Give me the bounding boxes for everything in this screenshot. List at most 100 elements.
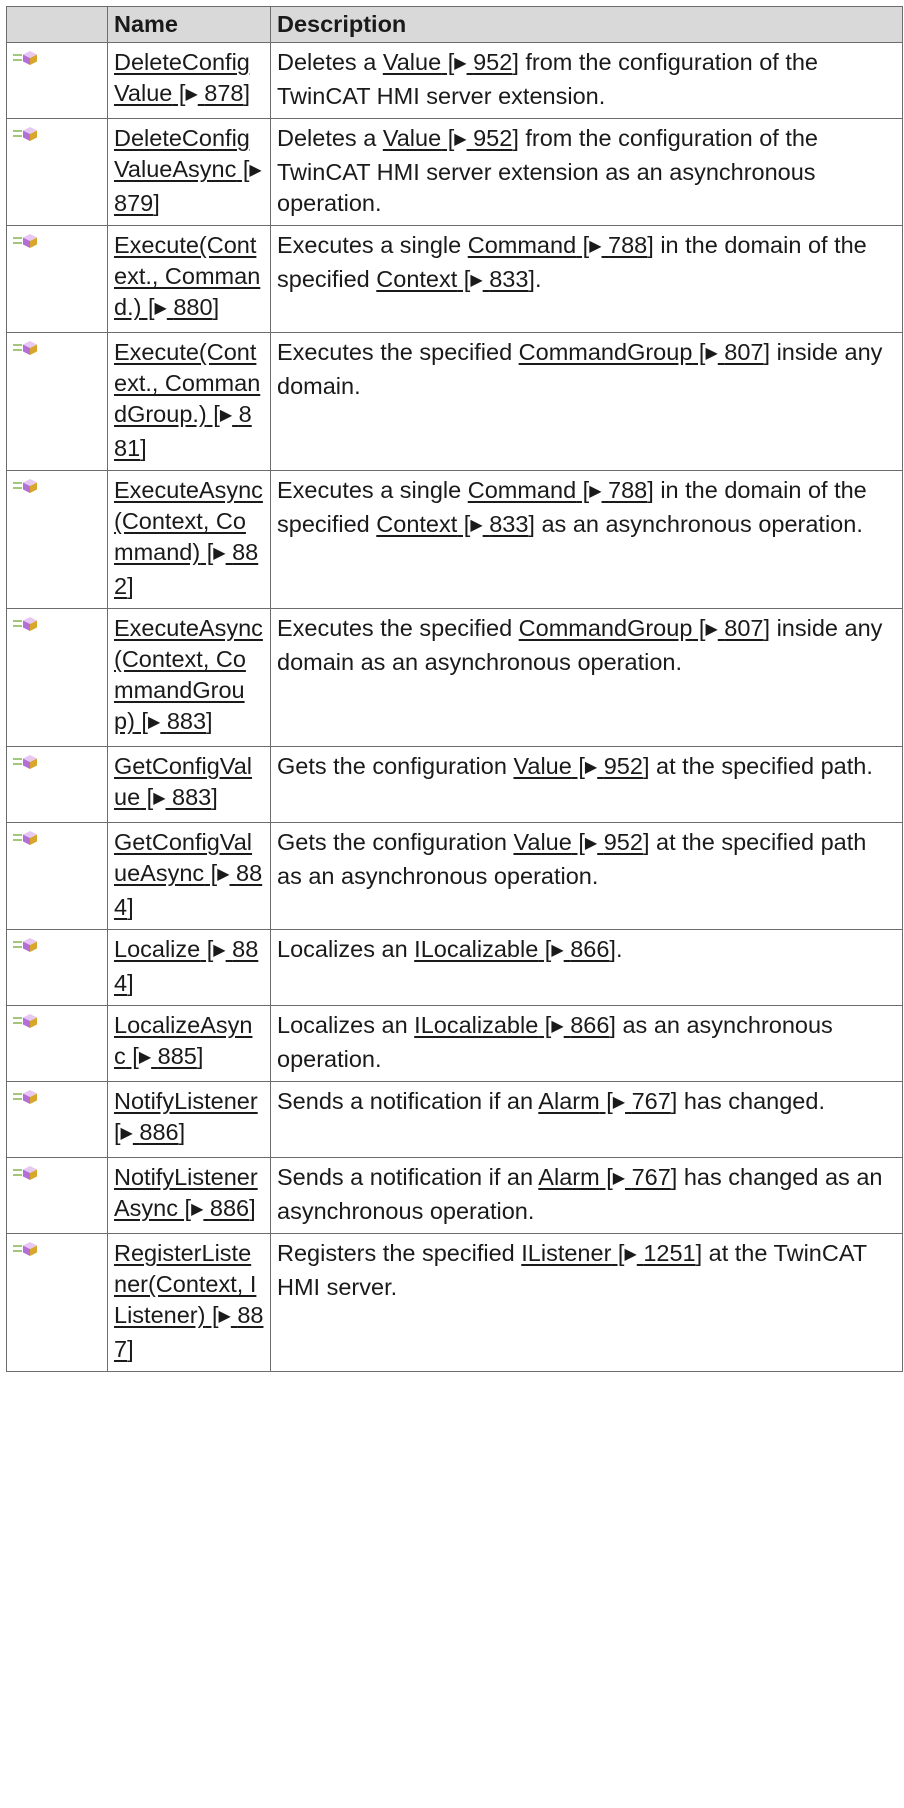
method-name-link[interactable]: ExecuteAsync(Context, Command) [▶ 882] — [114, 477, 263, 599]
description-ref-link-page: 788 — [608, 477, 648, 503]
name-cell: RegisterListener(Context, IListener) [▶ … — [107, 1233, 271, 1372]
description-ref-link-page: 952 — [603, 753, 643, 779]
method-name-link[interactable]: DeleteConfigValueAsync [▶ 879] — [114, 125, 262, 216]
name-cell: Execute(Context., CommandGroup.) [▶ 881] — [107, 332, 271, 471]
description-ref-link-page: 807 — [724, 339, 764, 365]
description-ref-link[interactable]: Context [▶ 833] — [376, 511, 535, 537]
page-arrow-icon: ▶ — [584, 759, 598, 776]
page-arrow-icon: ▶ — [217, 866, 230, 883]
page-arrow-icon: ▶ — [138, 1049, 152, 1066]
description-text: Executes a single — [277, 477, 468, 503]
description-ref-link-label: Context — [376, 266, 458, 292]
icon-cell — [6, 332, 108, 471]
name-cell: GetConfigValue [▶ 883] — [107, 746, 271, 823]
description-ref-link[interactable]: Value [▶ 952] — [383, 49, 519, 75]
description-ref-link[interactable]: CommandGroup [▶ 807] — [519, 339, 770, 365]
icon-cell — [6, 822, 108, 930]
method-name-link[interactable]: DeleteConfigValue [▶ 878] — [114, 49, 250, 106]
page-arrow-icon: ▶ — [249, 162, 262, 179]
description-ref-link[interactable]: Command [▶ 788] — [468, 477, 654, 503]
description-text: Registers the specified — [277, 1240, 522, 1266]
icon-cell — [6, 470, 108, 609]
page-arrow-icon: ▶ — [191, 1201, 204, 1218]
description-text: Executes the specified — [277, 339, 519, 365]
page-arrow-icon: ▶ — [213, 942, 226, 959]
page-arrow-icon: ▶ — [624, 1246, 637, 1263]
description-ref-link-page: 1251 — [643, 1240, 696, 1266]
method-name-link[interactable]: ExecuteAsync(Context, CommandGroup) [▶ 8… — [114, 615, 263, 734]
description-ref-link[interactable]: Alarm [▶ 767] — [538, 1088, 677, 1114]
method-icon — [13, 752, 39, 774]
name-cell: NotifyListener [▶ 886] — [107, 1081, 271, 1158]
method-name-link[interactable]: Execute(Context., Command.) [▶ 880] — [114, 232, 260, 320]
method-name-link[interactable]: NotifyListener [▶ 886] — [114, 1088, 258, 1145]
description-ref-link-label: Value — [382, 49, 442, 75]
description-ref-link-page: 952 — [473, 125, 513, 151]
page-arrow-icon: ▶ — [612, 1094, 626, 1111]
method-name-link[interactable]: GetConfigValueAsync [▶ 884] — [114, 829, 262, 920]
method-name-link-label: RegisterListener(Context, IListener) — [114, 1240, 257, 1328]
description-ref-link[interactable]: ILocalizable [▶ 866] — [414, 936, 616, 962]
description-ref-link[interactable]: Alarm [▶ 767] — [538, 1164, 677, 1190]
description-text: has changed. — [677, 1088, 825, 1114]
table-row: Localize [▶ 884] Localizes an ILocalizabl… — [6, 929, 903, 1006]
name-cell: Execute(Context., Command.) [▶ 880] — [107, 225, 271, 333]
method-name-link[interactable]: GetConfigValue [▶ 883] — [114, 753, 252, 810]
description-ref-link[interactable]: Value [▶ 952] — [513, 829, 649, 855]
method-name-link-page: 886 — [139, 1119, 179, 1145]
table-row: DeleteConfigValue [▶ 878] Deletes a Value… — [6, 42, 903, 119]
description-cell: Executes the specified CommandGroup [▶ 8… — [270, 332, 903, 471]
description-ref-link[interactable]: Value [▶ 952] — [383, 125, 519, 151]
name-cell: DeleteConfigValueAsync [▶ 879] — [107, 118, 271, 226]
method-name-link[interactable]: NotifyListenerAsync [▶ 886] — [114, 1164, 258, 1221]
icon-cell — [6, 42, 108, 119]
description-ref-link-label: ILocalizable — [414, 936, 539, 962]
page-arrow-icon: ▶ — [612, 1170, 626, 1187]
page-arrow-icon: ▶ — [470, 272, 483, 289]
method-icon — [13, 935, 39, 957]
page-arrow-icon: ▶ — [589, 238, 602, 255]
description-ref-link[interactable]: Value [▶ 952] — [513, 753, 649, 779]
method-icon — [13, 48, 39, 70]
page-arrow-icon: ▶ — [551, 942, 564, 959]
description-ref-link[interactable]: Command [▶ 788] — [468, 232, 654, 258]
description-ref-link-page: 807 — [724, 615, 764, 641]
description-cell: Localizes an ILocalizable [▶ 866] as an … — [270, 1005, 903, 1082]
description-ref-link[interactable]: CommandGroup [▶ 807] — [519, 615, 770, 641]
description-text: at the specified path. — [649, 753, 873, 779]
description-ref-link[interactable]: ILocalizable [▶ 866] — [414, 1012, 616, 1038]
table-row: GetConfigValue [▶ 883] Gets the configura… — [6, 746, 903, 823]
header-icon-column — [6, 6, 108, 43]
page-arrow-icon: ▶ — [120, 1125, 133, 1142]
description-ref-link-label: Value — [513, 829, 572, 855]
method-name-link-label: Localize — [114, 936, 201, 962]
method-name-link[interactable]: LocalizeAsync [▶ 885] — [114, 1012, 252, 1069]
description-text: Localizes an — [277, 936, 415, 962]
page-arrow-icon: ▶ — [147, 714, 161, 731]
page-arrow-icon: ▶ — [153, 790, 166, 807]
page-arrow-icon: ▶ — [454, 55, 467, 72]
method-name-link-page: 879 — [114, 190, 154, 216]
icon-cell — [6, 225, 108, 333]
method-icon — [13, 1239, 39, 1261]
description-ref-link-label: Command — [467, 232, 577, 258]
name-cell: LocalizeAsync [▶ 885] — [107, 1005, 271, 1082]
method-name-link[interactable]: RegisterListener(Context, IListener) [▶ … — [114, 1240, 263, 1362]
description-ref-link-page: 952 — [603, 829, 643, 855]
method-name-link-page: 885 — [157, 1043, 197, 1069]
description-cell: Registers the specified IListener [▶ 125… — [270, 1233, 903, 1372]
name-cell: ExecuteAsync(Context, CommandGroup) [▶ 8… — [107, 608, 271, 747]
description-ref-link[interactable]: IListener [▶ 1251] — [521, 1240, 702, 1266]
method-name-link[interactable]: Localize [▶ 884] — [114, 936, 258, 996]
page-arrow-icon: ▶ — [218, 1308, 231, 1325]
description-ref-link-page: 952 — [473, 49, 513, 75]
method-name-link-page: 880 — [173, 294, 213, 320]
description-ref-link[interactable]: Context [▶ 833] — [376, 266, 535, 292]
method-name-link[interactable]: Execute(Context., CommandGroup.) [▶ 881] — [114, 339, 260, 461]
description-text: Deletes a — [277, 49, 383, 75]
description-ref-link-label: Value — [382, 125, 442, 151]
method-icon — [13, 231, 39, 253]
table-row: Execute(Context., CommandGroup.) [▶ 881]… — [6, 332, 903, 471]
description-text: Executes the specified — [277, 615, 519, 641]
page-arrow-icon: ▶ — [219, 407, 233, 424]
